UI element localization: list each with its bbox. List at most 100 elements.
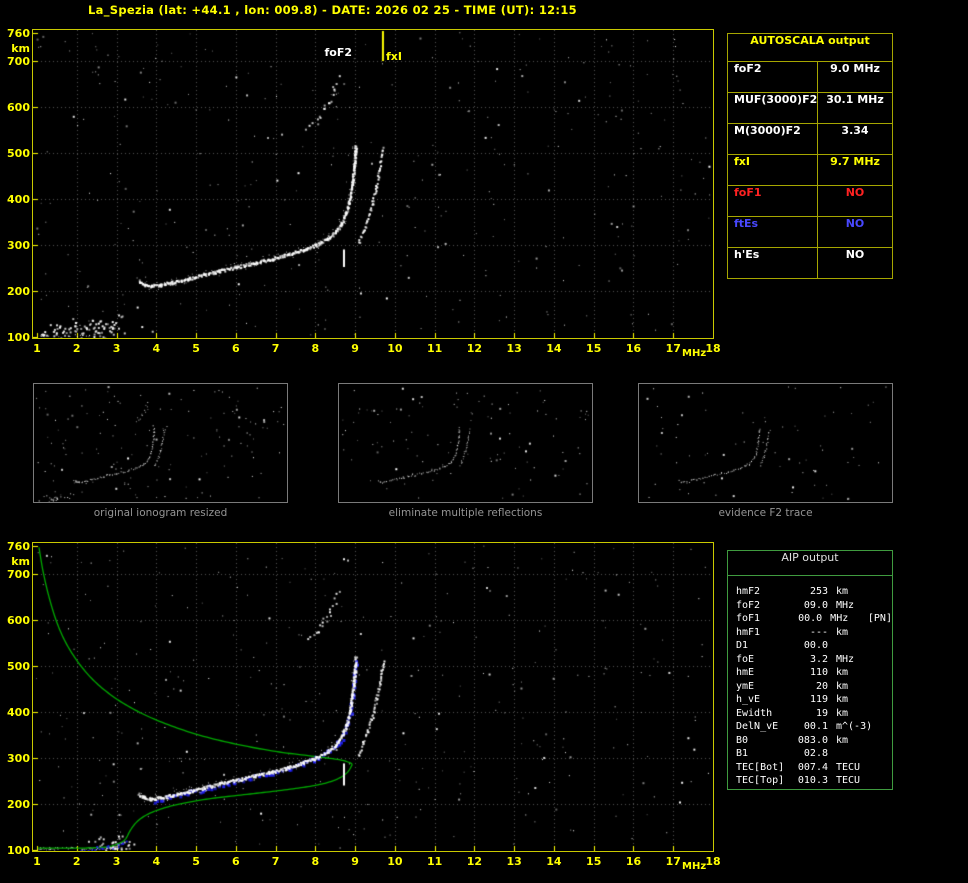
aip-val: 02.8 <box>803 748 828 759</box>
ionogram-profile-canvas <box>32 542 714 852</box>
aip-unit: MHz <box>830 613 849 624</box>
x-axis-tick-label: 9 <box>351 855 359 868</box>
aip-unit: km <box>836 626 849 638</box>
aip-extra: [PN] <box>867 613 892 624</box>
x-axis-tick-label: 4 <box>152 342 161 355</box>
y-axis-tick-label: 100 <box>7 331 30 344</box>
autoscala-row-m3000f2: M(3000)F2 3.34 <box>728 124 892 155</box>
aip-unit: TECU <box>836 775 861 786</box>
fxI-marker-label: fxI <box>386 50 402 63</box>
thumbnail-no-multiples-canvas <box>338 383 593 503</box>
aip-unit <box>828 747 872 761</box>
aip-name: hmF1 <box>736 626 761 638</box>
x-axis-tick-label: 3 <box>112 342 121 355</box>
aip-val: 00.0 <box>798 613 823 624</box>
autoscala-row-fof1: foF1 NO <box>728 186 892 217</box>
x-axis-tick-label: 11 <box>426 342 443 355</box>
aip-row-tectop: TEC[Top] 010.3 TECU <box>728 774 892 788</box>
foF2-marker-label: foF2 <box>324 46 352 59</box>
autoscala-table-header: AUTOSCALA output <box>728 34 892 62</box>
aip-name: Ewidth <box>736 707 773 719</box>
aip-name: foF1 <box>736 613 761 624</box>
x-axis-tick-label: 3 <box>112 855 121 868</box>
aip-name: hmE <box>736 667 755 678</box>
aip-unit: km <box>836 707 849 719</box>
x-axis-tick-label: 12 <box>466 855 483 868</box>
aip-name: ymE <box>736 680 755 692</box>
aip-extra <box>872 734 876 748</box>
y-axis-tick-label: 300 <box>7 751 30 765</box>
aip-name: TEC[Top] <box>736 775 785 786</box>
x-axis-tick-label: 15 <box>586 855 602 868</box>
x-axis-tick-label: 10 <box>387 342 403 355</box>
x-axis-unit-label: MHz <box>682 861 707 872</box>
aip-row-fof2: foF2 09.0 MHz <box>728 599 892 613</box>
aip-row-b0: B0 083.0 km <box>728 734 892 748</box>
x-axis-tick-label: 13 <box>506 342 522 355</box>
thumbnail-caption-no-multiples: eliminate multiple reflections <box>388 507 543 519</box>
x-axis-tick-label: 7 <box>271 855 280 868</box>
aip-extra <box>872 585 876 599</box>
aip-row-tecbot: TEC[Bot] 007.4 TECU <box>728 761 892 775</box>
parameter-value: 9.0 MHz <box>830 62 880 75</box>
aip-extra <box>872 626 876 640</box>
aip-name: DelN_vE <box>736 721 779 732</box>
aip-val: 110 <box>809 667 828 678</box>
x-axis-tick-label: 7 <box>271 342 280 355</box>
aip-val: 09.0 <box>803 599 828 611</box>
aip-name: foE <box>736 653 755 665</box>
aip-output-panel: AIP output hmF2 253 km foF2 09.0 MHz foF1 00.0 M… <box>727 550 893 790</box>
aip-name: foF2 <box>736 599 761 611</box>
aip-row-hve: h_vE 119 km <box>728 693 892 707</box>
aip-val: 253 <box>809 586 828 597</box>
x-axis-tick-label: 1 <box>33 855 41 868</box>
aip-row-ewidth: Ewidth 19 km <box>728 707 892 721</box>
parameter-value: NO <box>845 217 865 230</box>
x-axis-tick-label: 18 <box>705 342 721 355</box>
aip-extra <box>872 707 876 721</box>
x-axis-tick-label: 1 <box>33 342 41 355</box>
x-axis-tick-label: 15 <box>586 342 602 355</box>
thumbnail-original-canvas <box>33 383 288 503</box>
aip-val: 00.1 <box>803 721 828 732</box>
parameter-value: NO <box>845 186 865 199</box>
aip-val: 083.0 <box>797 734 828 746</box>
x-axis-tick-label: 4 <box>152 855 161 868</box>
aip-name: h_vE <box>736 694 761 705</box>
y-axis-unit-label: km <box>11 42 30 55</box>
aip-unit: km <box>836 680 849 692</box>
aip-extra <box>872 761 876 775</box>
aip-val: 20 <box>815 680 828 692</box>
x-axis-tick-label: 2 <box>72 855 81 868</box>
parameter-value: 30.1 MHz <box>826 93 884 106</box>
aip-row-hme: hmE 110 km <box>728 666 892 680</box>
aip-unit: m^(-3) <box>836 721 873 732</box>
autoscala-row-ftes: ftEs NO <box>728 217 892 248</box>
parameter-label: fxI <box>728 155 818 185</box>
x-axis-tick-label: 17 <box>665 855 681 868</box>
y-axis-tick-label: 760 <box>7 540 30 553</box>
aip-extra <box>872 747 876 761</box>
x-axis-tick-label: 17 <box>665 342 681 355</box>
parameter-label: MUF(3000)F2 <box>728 93 818 123</box>
aip-row-fof1: foF1 00.0 MHz [PN] <box>728 612 892 626</box>
x-axis-unit-label: MHz <box>682 348 707 359</box>
parameter-label: ftEs <box>728 217 818 247</box>
ionogram-profile-plot: 760 700 600 500 400 300 200 100 km 1 2 3 4 5 6 7 8 9 10 11 1… <box>7 540 721 872</box>
aip-unit: TECU <box>836 761 861 773</box>
parameter-label: h'Es <box>728 248 818 278</box>
autoscala-window: La_Spezia (lat: +44.1 , lon: 009.8) - DA… <box>0 0 968 883</box>
x-axis-tick-label: 11 <box>426 855 443 868</box>
ionogram-main-canvas <box>32 29 714 339</box>
aip-name: TEC[Bot] <box>736 761 785 773</box>
autoscala-table-body: foF2 9.0 MHz MUF(3000)F2 30.1 MHz M(3000)F2 3… <box>728 62 892 278</box>
y-axis-tick-label: 200 <box>7 284 30 298</box>
x-axis-tick-label: 8 <box>311 342 320 355</box>
aip-extra <box>872 680 876 694</box>
y-axis-tick-label: 500 <box>7 146 30 160</box>
aip-row-b1: B1 02.8 <box>728 747 892 761</box>
aip-extra <box>872 599 876 613</box>
y-axis-tick-label: 400 <box>7 192 30 206</box>
y-axis-tick-label: 200 <box>7 797 30 811</box>
aip-extra <box>872 774 876 788</box>
